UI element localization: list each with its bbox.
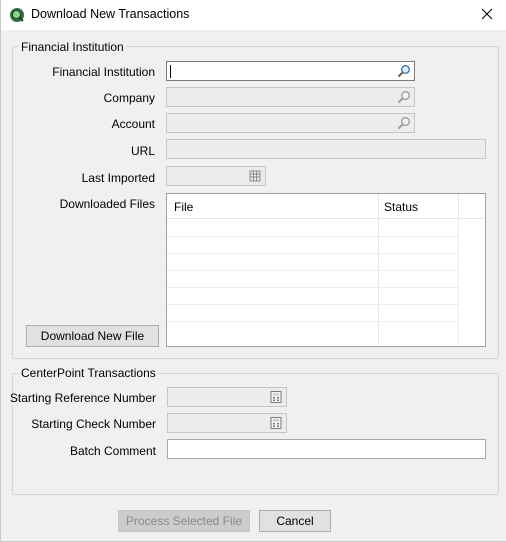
downloaded-files-label: Downloaded Files xyxy=(59,197,155,211)
close-icon xyxy=(481,8,493,23)
starting-reference-number-input[interactable] xyxy=(167,387,287,407)
grid-row-line xyxy=(167,304,459,305)
calendar-icon[interactable] xyxy=(246,168,264,184)
financial-institution-input[interactable] xyxy=(166,61,415,81)
financial-institution-label: Financial Institution xyxy=(52,65,155,79)
last-imported-label: Last Imported xyxy=(81,171,155,185)
centerpoint-transactions-legend: CenterPoint Transactions xyxy=(19,366,158,380)
app-logo-icon xyxy=(9,7,25,23)
last-imported-input[interactable] xyxy=(166,166,266,186)
financial-institution-legend: Financial Institution xyxy=(19,40,126,54)
grid-row-line xyxy=(167,270,459,271)
grid-header: File Status xyxy=(167,194,485,219)
grid-row-line xyxy=(167,236,459,237)
text-caret xyxy=(170,65,171,78)
title-bar: Download New Transactions xyxy=(1,0,506,30)
download-new-file-button[interactable]: Download New File xyxy=(26,325,159,347)
downloaded-files-grid[interactable]: File Status xyxy=(166,193,486,347)
column-divider xyxy=(458,218,459,346)
account-input[interactable] xyxy=(166,113,415,133)
calculator-icon[interactable] xyxy=(267,389,285,405)
window-title: Download New Transactions xyxy=(31,7,190,21)
starting-check-number-label: Starting Check Number xyxy=(31,417,156,431)
grid-row-line xyxy=(167,321,459,322)
calculator-icon[interactable] xyxy=(267,415,285,431)
close-button[interactable] xyxy=(473,3,501,27)
company-input[interactable] xyxy=(166,87,415,107)
column-divider xyxy=(458,194,459,218)
cancel-button[interactable]: Cancel xyxy=(259,510,331,532)
search-icon[interactable] xyxy=(395,115,413,131)
company-label: Company xyxy=(103,91,155,105)
process-selected-file-button[interactable]: Process Selected File xyxy=(118,510,250,532)
url-label: URL xyxy=(130,144,155,158)
search-icon[interactable] xyxy=(395,89,413,105)
url-input[interactable] xyxy=(166,139,486,159)
column-header-file[interactable]: File xyxy=(174,200,193,214)
grid-row-line xyxy=(167,253,459,254)
account-label: Account xyxy=(111,117,155,131)
dialog-window: Download New Transactions Financial Inst… xyxy=(0,0,506,542)
batch-comment-label: Batch Comment xyxy=(69,444,156,458)
starting-reference-number-label: Starting Reference Number xyxy=(9,391,156,405)
batch-comment-input[interactable] xyxy=(167,439,486,459)
search-icon[interactable] xyxy=(395,63,413,79)
column-header-status[interactable]: Status xyxy=(384,200,418,214)
grid-row-line xyxy=(167,287,459,288)
starting-check-number-input[interactable] xyxy=(167,413,287,433)
